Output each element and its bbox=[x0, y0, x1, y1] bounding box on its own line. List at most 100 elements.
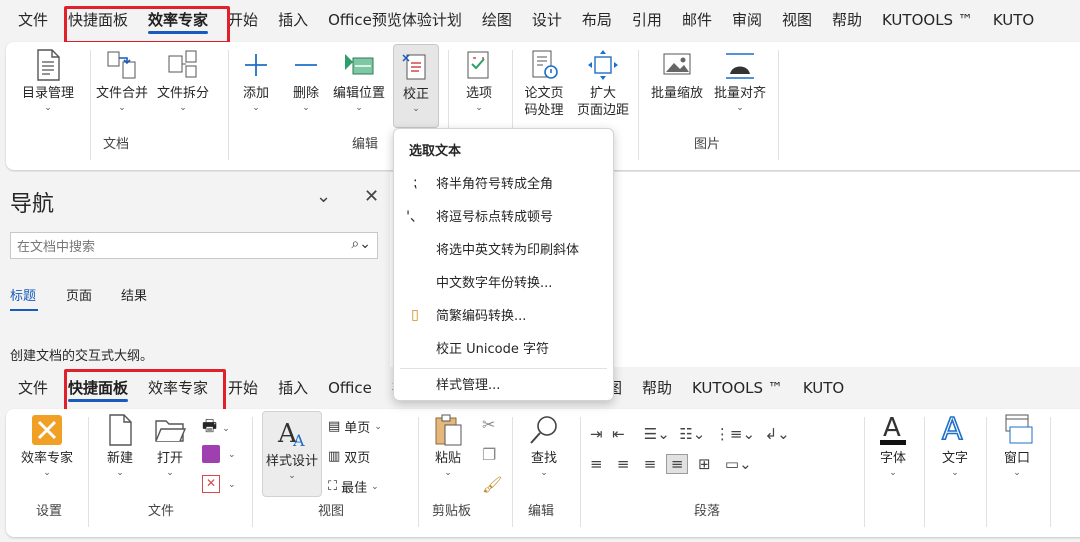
align-left-icon[interactable]: ≡ bbox=[590, 455, 603, 473]
numbered-list-icon[interactable]: ☷⌄ bbox=[679, 425, 705, 443]
nav-tab-headings[interactable]: 标题 bbox=[10, 285, 36, 304]
tab-bottom_tabs-5[interactable]: Office bbox=[318, 368, 382, 408]
group-label-edit: 编辑 bbox=[352, 137, 379, 152]
toc-button[interactable]: 目录管理 ⌄ bbox=[18, 48, 78, 114]
format-painter-icon[interactable]: 🖌 bbox=[482, 475, 502, 494]
search-icon[interactable]: ⌕⌄ bbox=[351, 236, 371, 252]
folder-icon bbox=[155, 420, 187, 442]
align-right-icon[interactable]: ≡ bbox=[644, 455, 657, 473]
batch-align-button[interactable]: 批量对齐 ⌄ bbox=[708, 48, 772, 114]
tab-top_tabs-14[interactable]: KUTOOLS ™ bbox=[872, 0, 983, 40]
menu-item-halfwidth-to-fullwidth[interactable]: ⁏ 将半角符号转成全角 bbox=[394, 166, 613, 199]
chevron-down-icon[interactable]: ⌄ bbox=[316, 186, 331, 207]
nav-tab-pages[interactable]: 页面 bbox=[66, 285, 92, 304]
save-icon[interactable] bbox=[202, 445, 220, 463]
tab-bottom_tabs-11[interactable]: 帮助 bbox=[632, 368, 682, 408]
image-align-icon bbox=[726, 53, 754, 79]
proofread-label: 校正 bbox=[402, 87, 429, 102]
highlight-box-top bbox=[64, 6, 230, 44]
print-icon[interactable]: 🖶 ⌄ bbox=[202, 415, 230, 442]
tab-bottom_tabs-13[interactable]: KUTO bbox=[793, 368, 854, 408]
double-page-icon: ▥ bbox=[328, 449, 341, 464]
menu-item-style-management[interactable]: 样式管理... bbox=[394, 367, 613, 400]
close-doc-caret[interactable]: ⌄ bbox=[228, 479, 236, 491]
nav-tab-results[interactable]: 结果 bbox=[121, 285, 147, 304]
distribute-icon[interactable]: ⊞ bbox=[698, 455, 711, 473]
edit-position-button[interactable]: 编辑位置 ⌄ bbox=[328, 48, 390, 114]
tab-top_tabs-10[interactable]: 邮件 bbox=[672, 0, 722, 40]
font-button[interactable]: A 字体 ⌄ bbox=[870, 411, 916, 479]
style-design-label: 样式设计 bbox=[265, 454, 318, 469]
add-button[interactable]: 添加 ⌄ bbox=[234, 48, 278, 114]
double-page-button[interactable]: ▥ 双页 bbox=[328, 447, 370, 466]
minus-icon bbox=[295, 64, 317, 66]
tab-bottom_tabs-4[interactable]: 插入 bbox=[268, 368, 318, 408]
text-effects-label: 文字 bbox=[941, 451, 968, 466]
tab-top_tabs-9[interactable]: 引用 bbox=[622, 0, 672, 40]
new-button[interactable]: 新建 ⌄ bbox=[98, 413, 142, 479]
tab-top_tabs-0[interactable]: 文件 bbox=[8, 0, 58, 40]
tab-bottom_tabs-0[interactable]: 文件 bbox=[8, 368, 58, 408]
options-button[interactable]: 选项 ⌄ bbox=[454, 48, 504, 114]
style-design-button[interactable]: AA 样式设计 ⌄ bbox=[262, 411, 322, 497]
svg-text:A: A bbox=[942, 412, 963, 447]
indent-increase-icon[interactable]: ⇥ bbox=[590, 425, 603, 443]
tab-top_tabs-15[interactable]: KUTO bbox=[983, 0, 1044, 40]
menu-item-italic-english[interactable]: 将选中英文转为印刷斜体 bbox=[394, 232, 613, 265]
tab-top_tabs-5[interactable]: Office预览体验计划 bbox=[318, 0, 472, 40]
split-button[interactable]: 文件拆分 ⌄ bbox=[152, 48, 214, 114]
menu-item-traditional-simplified[interactable]: ▯ 简繁编码转换... bbox=[394, 298, 613, 331]
tab-top_tabs-6[interactable]: 绘图 bbox=[472, 0, 522, 40]
justify-icon[interactable]: ≡ bbox=[665, 454, 689, 474]
tab-top_tabs-7[interactable]: 设计 bbox=[522, 0, 572, 40]
single-page-button[interactable]: ▤ 单页 ⌄ bbox=[328, 417, 382, 436]
window-button[interactable]: 窗口 ⌄ bbox=[994, 411, 1040, 479]
fullwidth-icon: ⁏ bbox=[412, 174, 418, 191]
save-icon-caret[interactable]: ⌄ bbox=[228, 449, 236, 461]
indent-decrease-icon[interactable]: ⇤ bbox=[612, 425, 625, 443]
tab-top_tabs-8[interactable]: 布局 bbox=[572, 0, 622, 40]
new-document-icon bbox=[109, 414, 132, 446]
copy-icon[interactable]: ❐ bbox=[482, 445, 496, 464]
text-effects-button[interactable]: A 文字 ⌄ bbox=[932, 411, 978, 479]
paste-label: 粘贴 bbox=[434, 451, 461, 466]
batch-zoom-button[interactable]: 批量缩放 bbox=[646, 48, 708, 102]
best-fit-button[interactable]: ⛶ 最佳 ⌄ bbox=[328, 477, 379, 496]
expand-margin-button[interactable]: 扩大 页面边距 bbox=[572, 48, 634, 119]
close-doc-icon[interactable]: ✕ bbox=[202, 475, 220, 493]
merge-button[interactable]: 文件合并 ⌄ bbox=[92, 48, 152, 114]
borders-icon[interactable]: ▭⌄ bbox=[725, 455, 752, 473]
multilevel-list-icon[interactable]: ⋮≡⌄ bbox=[715, 425, 755, 443]
tab-top_tabs-13[interactable]: 帮助 bbox=[822, 0, 872, 40]
tab-top_tabs-12[interactable]: 视图 bbox=[772, 0, 822, 40]
find-button[interactable]: 查找 ⌄ bbox=[520, 413, 568, 479]
open-label: 打开 bbox=[156, 451, 183, 466]
menu-item-label: 将选中英文转为印刷斜体 bbox=[436, 243, 580, 258]
options-icon bbox=[467, 51, 489, 79]
paste-button[interactable]: 粘贴 ⌄ bbox=[426, 413, 470, 479]
delete-button[interactable]: 删除 ⌄ bbox=[284, 48, 328, 114]
search-input[interactable]: 在文档中搜索 ⌕⌄ bbox=[10, 232, 378, 259]
tab-top_tabs-11[interactable]: 审阅 bbox=[722, 0, 772, 40]
efficiency-expert-button[interactable]: 效率专家 ⌄ bbox=[16, 413, 78, 479]
highlight-box-bottom bbox=[64, 369, 226, 414]
best-fit-label: 最佳 bbox=[341, 481, 368, 496]
line-break-icon[interactable]: ↲⌄ bbox=[765, 425, 790, 443]
tab-bottom_tabs-12[interactable]: KUTOOLS ™ bbox=[682, 368, 793, 408]
menu-item-label: 将逗号标点转成顿号 bbox=[436, 210, 554, 225]
menu-item-comma-to-enumeration[interactable]: '、 将逗号标点转成顿号 bbox=[394, 199, 613, 232]
cut-icon[interactable]: ✂ bbox=[482, 415, 495, 434]
menu-item-unicode-fix[interactable]: 校正 Unicode 字符 bbox=[394, 331, 613, 364]
svg-text:A: A bbox=[292, 431, 305, 450]
paper-page-button[interactable]: 论文页 码处理 bbox=[516, 48, 572, 119]
proofread-button[interactable]: 校正 ⌄ bbox=[393, 44, 439, 128]
nav-title: 导航 bbox=[10, 192, 55, 217]
align-center-icon[interactable]: ≡ bbox=[617, 455, 630, 473]
tab-top_tabs-4[interactable]: 插入 bbox=[268, 0, 318, 40]
menu-item-chinese-year[interactable]: 中文数字年份转换... bbox=[394, 265, 613, 298]
bullet-list-icon[interactable]: ☰⌄ bbox=[644, 425, 670, 443]
open-button[interactable]: 打开 ⌄ bbox=[148, 413, 192, 479]
nav-hint: 创建文档的交互式大纲。 bbox=[10, 349, 154, 364]
close-icon[interactable]: ✕ bbox=[364, 186, 379, 207]
font-color-icon: A bbox=[880, 413, 906, 445]
